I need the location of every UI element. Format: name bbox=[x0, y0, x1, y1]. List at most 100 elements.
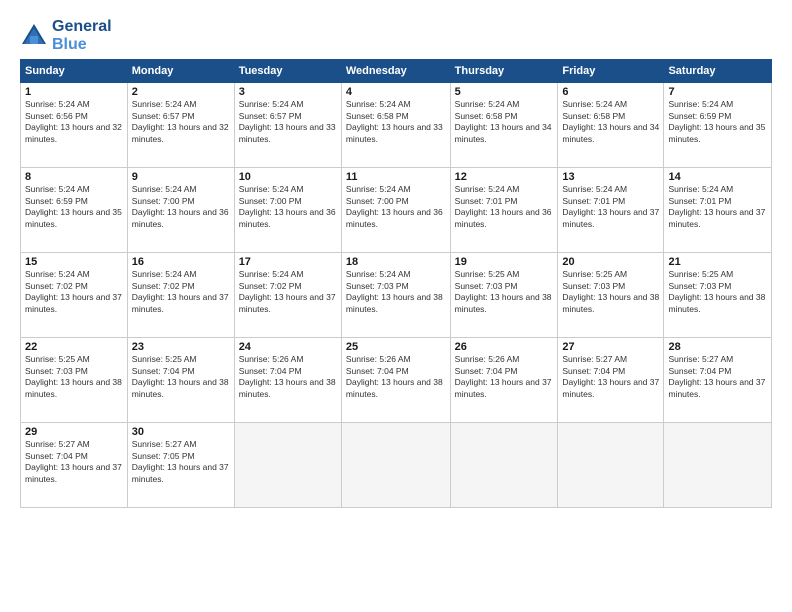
day-number: 23 bbox=[132, 341, 230, 353]
day-number: 15 bbox=[25, 256, 123, 268]
day-info: Sunrise: 5:27 AMSunset: 7:05 PMDaylight:… bbox=[132, 439, 230, 485]
header-sunday: Sunday bbox=[21, 60, 128, 83]
day-info: Sunrise: 5:27 AMSunset: 7:04 PMDaylight:… bbox=[25, 439, 123, 485]
day-number: 14 bbox=[668, 171, 767, 183]
calendar-cell: 23Sunrise: 5:25 AMSunset: 7:04 PMDayligh… bbox=[127, 338, 234, 423]
calendar-cell: 6Sunrise: 5:24 AMSunset: 6:58 PMDaylight… bbox=[558, 83, 664, 168]
day-info: Sunrise: 5:26 AMSunset: 7:04 PMDaylight:… bbox=[239, 354, 337, 400]
calendar-cell: 20Sunrise: 5:25 AMSunset: 7:03 PMDayligh… bbox=[558, 253, 664, 338]
day-number: 9 bbox=[132, 171, 230, 183]
day-number: 22 bbox=[25, 341, 123, 353]
header-saturday: Saturday bbox=[664, 60, 772, 83]
day-info: Sunrise: 5:24 AMSunset: 7:02 PMDaylight:… bbox=[132, 269, 230, 315]
day-info: Sunrise: 5:27 AMSunset: 7:04 PMDaylight:… bbox=[668, 354, 767, 400]
day-number: 10 bbox=[239, 171, 337, 183]
calendar-cell: 3Sunrise: 5:24 AMSunset: 6:57 PMDaylight… bbox=[234, 83, 341, 168]
calendar-cell: 27Sunrise: 5:27 AMSunset: 7:04 PMDayligh… bbox=[558, 338, 664, 423]
calendar-cell: 8Sunrise: 5:24 AMSunset: 6:59 PMDaylight… bbox=[21, 168, 128, 253]
day-info: Sunrise: 5:24 AMSunset: 7:00 PMDaylight:… bbox=[346, 184, 446, 230]
calendar-cell: 24Sunrise: 5:26 AMSunset: 7:04 PMDayligh… bbox=[234, 338, 341, 423]
day-number: 8 bbox=[25, 171, 123, 183]
day-info: Sunrise: 5:26 AMSunset: 7:04 PMDaylight:… bbox=[455, 354, 554, 400]
day-number: 20 bbox=[562, 256, 659, 268]
calendar-cell: 30Sunrise: 5:27 AMSunset: 7:05 PMDayligh… bbox=[127, 423, 234, 508]
day-info: Sunrise: 5:25 AMSunset: 7:04 PMDaylight:… bbox=[132, 354, 230, 400]
day-info: Sunrise: 5:24 AMSunset: 7:02 PMDaylight:… bbox=[25, 269, 123, 315]
day-number: 27 bbox=[562, 341, 659, 353]
header-wednesday: Wednesday bbox=[341, 60, 450, 83]
header-tuesday: Tuesday bbox=[234, 60, 341, 83]
calendar-cell bbox=[234, 423, 341, 508]
calendar-week-row: 1Sunrise: 5:24 AMSunset: 6:56 PMDaylight… bbox=[21, 83, 772, 168]
day-number: 4 bbox=[346, 86, 446, 98]
header-friday: Friday bbox=[558, 60, 664, 83]
calendar-cell bbox=[664, 423, 772, 508]
calendar-week-row: 22Sunrise: 5:25 AMSunset: 7:03 PMDayligh… bbox=[21, 338, 772, 423]
calendar-cell: 19Sunrise: 5:25 AMSunset: 7:03 PMDayligh… bbox=[450, 253, 558, 338]
header-thursday: Thursday bbox=[450, 60, 558, 83]
calendar-cell: 17Sunrise: 5:24 AMSunset: 7:02 PMDayligh… bbox=[234, 253, 341, 338]
day-info: Sunrise: 5:24 AMSunset: 6:58 PMDaylight:… bbox=[562, 99, 659, 145]
calendar-cell: 26Sunrise: 5:26 AMSunset: 7:04 PMDayligh… bbox=[450, 338, 558, 423]
day-info: Sunrise: 5:25 AMSunset: 7:03 PMDaylight:… bbox=[25, 354, 123, 400]
day-number: 24 bbox=[239, 341, 337, 353]
calendar-cell: 18Sunrise: 5:24 AMSunset: 7:03 PMDayligh… bbox=[341, 253, 450, 338]
header-monday: Monday bbox=[127, 60, 234, 83]
calendar-cell: 2Sunrise: 5:24 AMSunset: 6:57 PMDaylight… bbox=[127, 83, 234, 168]
calendar-cell bbox=[558, 423, 664, 508]
header: General Blue bbox=[20, 18, 772, 53]
calendar-week-row: 29Sunrise: 5:27 AMSunset: 7:04 PMDayligh… bbox=[21, 423, 772, 508]
day-info: Sunrise: 5:24 AMSunset: 7:00 PMDaylight:… bbox=[132, 184, 230, 230]
calendar-cell: 22Sunrise: 5:25 AMSunset: 7:03 PMDayligh… bbox=[21, 338, 128, 423]
day-info: Sunrise: 5:24 AMSunset: 7:03 PMDaylight:… bbox=[346, 269, 446, 315]
calendar-cell: 9Sunrise: 5:24 AMSunset: 7:00 PMDaylight… bbox=[127, 168, 234, 253]
calendar-cell: 29Sunrise: 5:27 AMSunset: 7:04 PMDayligh… bbox=[21, 423, 128, 508]
day-number: 6 bbox=[562, 86, 659, 98]
day-number: 11 bbox=[346, 171, 446, 183]
calendar-cell: 7Sunrise: 5:24 AMSunset: 6:59 PMDaylight… bbox=[664, 83, 772, 168]
day-number: 13 bbox=[562, 171, 659, 183]
calendar-cell: 21Sunrise: 5:25 AMSunset: 7:03 PMDayligh… bbox=[664, 253, 772, 338]
day-info: Sunrise: 5:24 AMSunset: 6:59 PMDaylight:… bbox=[668, 99, 767, 145]
day-info: Sunrise: 5:24 AMSunset: 7:02 PMDaylight:… bbox=[239, 269, 337, 315]
calendar-week-row: 8Sunrise: 5:24 AMSunset: 6:59 PMDaylight… bbox=[21, 168, 772, 253]
day-info: Sunrise: 5:24 AMSunset: 7:00 PMDaylight:… bbox=[239, 184, 337, 230]
logo-text: General Blue bbox=[52, 18, 112, 53]
logo: General Blue bbox=[20, 18, 112, 53]
day-number: 2 bbox=[132, 86, 230, 98]
calendar-cell: 1Sunrise: 5:24 AMSunset: 6:56 PMDaylight… bbox=[21, 83, 128, 168]
day-info: Sunrise: 5:24 AMSunset: 6:57 PMDaylight:… bbox=[239, 99, 337, 145]
day-number: 7 bbox=[668, 86, 767, 98]
day-number: 16 bbox=[132, 256, 230, 268]
day-info: Sunrise: 5:24 AMSunset: 6:56 PMDaylight:… bbox=[25, 99, 123, 145]
calendar-cell: 14Sunrise: 5:24 AMSunset: 7:01 PMDayligh… bbox=[664, 168, 772, 253]
calendar-cell: 25Sunrise: 5:26 AMSunset: 7:04 PMDayligh… bbox=[341, 338, 450, 423]
weekday-header-row: Sunday Monday Tuesday Wednesday Thursday… bbox=[21, 60, 772, 83]
day-info: Sunrise: 5:24 AMSunset: 6:58 PMDaylight:… bbox=[346, 99, 446, 145]
calendar-cell: 4Sunrise: 5:24 AMSunset: 6:58 PMDaylight… bbox=[341, 83, 450, 168]
day-info: Sunrise: 5:24 AMSunset: 7:01 PMDaylight:… bbox=[668, 184, 767, 230]
day-number: 3 bbox=[239, 86, 337, 98]
logo-icon bbox=[20, 22, 48, 50]
day-number: 1 bbox=[25, 86, 123, 98]
day-info: Sunrise: 5:24 AMSunset: 6:58 PMDaylight:… bbox=[455, 99, 554, 145]
day-number: 28 bbox=[668, 341, 767, 353]
calendar-cell: 5Sunrise: 5:24 AMSunset: 6:58 PMDaylight… bbox=[450, 83, 558, 168]
calendar-cell bbox=[341, 423, 450, 508]
day-number: 5 bbox=[455, 86, 554, 98]
day-number: 17 bbox=[239, 256, 337, 268]
day-number: 21 bbox=[668, 256, 767, 268]
calendar-table: Sunday Monday Tuesday Wednesday Thursday… bbox=[20, 59, 772, 508]
day-info: Sunrise: 5:26 AMSunset: 7:04 PMDaylight:… bbox=[346, 354, 446, 400]
day-info: Sunrise: 5:24 AMSunset: 7:01 PMDaylight:… bbox=[562, 184, 659, 230]
calendar-cell: 28Sunrise: 5:27 AMSunset: 7:04 PMDayligh… bbox=[664, 338, 772, 423]
day-number: 25 bbox=[346, 341, 446, 353]
calendar-cell: 10Sunrise: 5:24 AMSunset: 7:00 PMDayligh… bbox=[234, 168, 341, 253]
day-info: Sunrise: 5:27 AMSunset: 7:04 PMDaylight:… bbox=[562, 354, 659, 400]
day-number: 12 bbox=[455, 171, 554, 183]
calendar-cell: 16Sunrise: 5:24 AMSunset: 7:02 PMDayligh… bbox=[127, 253, 234, 338]
day-number: 19 bbox=[455, 256, 554, 268]
calendar-page: General Blue Sunday Monday Tuesday Wedne… bbox=[0, 0, 792, 612]
calendar-cell: 15Sunrise: 5:24 AMSunset: 7:02 PMDayligh… bbox=[21, 253, 128, 338]
day-info: Sunrise: 5:24 AMSunset: 6:59 PMDaylight:… bbox=[25, 184, 123, 230]
